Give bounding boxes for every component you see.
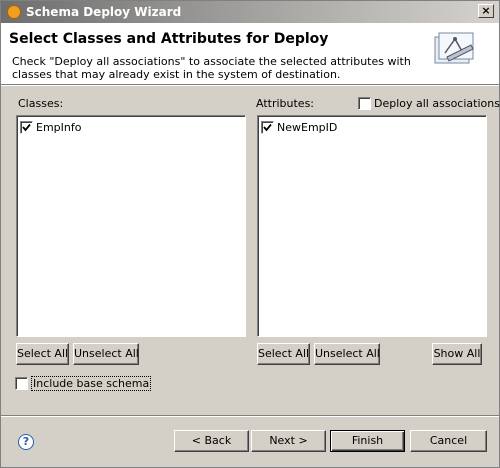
classes-label: Classes:: [18, 97, 64, 110]
include-base-schema-option[interactable]: Include base schema: [15, 375, 152, 391]
finish-button[interactable]: Finish: [330, 430, 405, 452]
attributes-show-all-button[interactable]: Show All: [432, 343, 482, 365]
deploy-all-associations-checkbox[interactable]: [358, 96, 371, 110]
cancel-button[interactable]: Cancel: [410, 430, 487, 452]
help-icon[interactable]: ?: [18, 434, 34, 450]
classes-item-label: EmpInfo: [36, 120, 82, 134]
classes-unselect-all-button[interactable]: Unselect All: [73, 343, 139, 365]
schema-wizard-icon: [434, 32, 474, 64]
close-button[interactable]: ×: [478, 4, 494, 18]
include-base-schema-label: Include base schema: [31, 375, 152, 391]
include-base-schema-checkbox[interactable]: [15, 376, 28, 390]
title-bar[interactable]: Schema Deploy Wizard ×: [1, 1, 499, 23]
back-button[interactable]: < Back: [174, 430, 249, 452]
footer-divider: [1, 415, 499, 417]
wizard-window: Schema Deploy Wizard × Select Classes an…: [0, 0, 500, 468]
attributes-list[interactable]: NewEmpID: [257, 115, 487, 337]
list-item[interactable]: NewEmpID: [261, 120, 337, 136]
attributes-item-label: NewEmpID: [277, 120, 338, 134]
wizard-header: Select Classes and Attributes for Deploy…: [1, 23, 499, 84]
attributes-label: Attributes:: [256, 97, 315, 110]
window-title: Schema Deploy Wizard: [26, 5, 182, 19]
attributes-unselect-all-button[interactable]: Unselect All: [314, 343, 380, 365]
header-divider: [1, 84, 499, 86]
classes-select-all-button[interactable]: Select All: [16, 343, 69, 365]
page-title: Select Classes and Attributes for Deploy: [9, 31, 329, 47]
app-icon: [7, 5, 21, 19]
next-button[interactable]: Next >: [251, 430, 326, 452]
deploy-all-associations-option[interactable]: Deploy all associations: [358, 96, 500, 110]
classes-list[interactable]: EmpInfo: [16, 115, 246, 337]
list-item[interactable]: EmpInfo: [20, 120, 81, 136]
classes-item-checkbox[interactable]: [20, 120, 33, 134]
deploy-all-associations-label: Deploy all associations: [374, 96, 500, 110]
page-description: Check "Deploy all associations" to assoc…: [12, 55, 411, 81]
attributes-select-all-button[interactable]: Select All: [257, 343, 310, 365]
attributes-item-checkbox[interactable]: [261, 120, 274, 134]
